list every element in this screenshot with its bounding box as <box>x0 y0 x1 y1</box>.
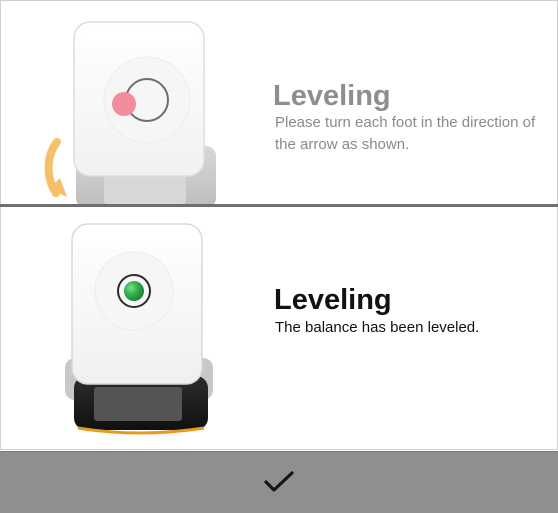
leveling-complete-panel: Leveling The balance has been leveled. <box>0 207 558 450</box>
confirm-button[interactable] <box>0 451 558 513</box>
balance-display <box>104 174 186 204</box>
complete-title: Leveling <box>274 284 392 317</box>
level-bubble-off-center <box>112 92 136 116</box>
instruction-message: Please turn each foot in the direction o… <box>275 114 536 153</box>
balance-display <box>94 387 182 421</box>
balance-device-level <box>64 220 219 440</box>
instruction-title: Leveling <box>273 80 391 113</box>
leveling-instruction-panel: Leveling Please turn each foot in the di… <box>0 0 558 205</box>
leveling-screen: Leveling Please turn each foot in the di… <box>0 0 558 513</box>
level-bubble-centered <box>124 281 144 301</box>
complete-message: The balance has been leveled. <box>275 319 480 336</box>
checkmark-icon <box>263 470 295 494</box>
balance-device-not-level <box>36 18 226 204</box>
